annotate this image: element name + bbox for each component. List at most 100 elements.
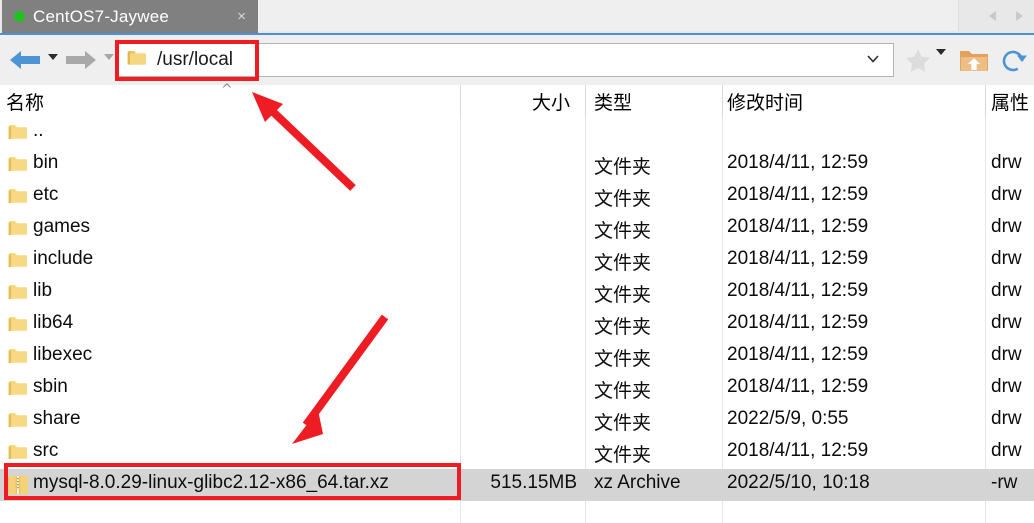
table-row[interactable]: bin 文件夹 2018/4/11, 12:59 drw bbox=[0, 149, 1034, 181]
table-row[interactable]: sbin 文件夹 2018/4/11, 12:59 drw bbox=[0, 373, 1034, 405]
cell-name: bin bbox=[33, 152, 59, 173]
cell-date: 2018/4/11, 12:59 bbox=[727, 184, 869, 205]
column-header-type[interactable]: 类型 bbox=[594, 88, 632, 115]
address-bar[interactable]: /usr/local bbox=[118, 43, 894, 77]
table-row[interactable]: include 文件夹 2018/4/11, 12:59 drw bbox=[0, 245, 1034, 277]
table-row[interactable]: share 文件夹 2022/5/9, 0:55 drw bbox=[0, 405, 1034, 437]
archive-icon bbox=[8, 475, 28, 500]
cell-attr: drw bbox=[991, 184, 1022, 205]
cell-type: 文件夹 bbox=[594, 157, 652, 178]
cell-name: src bbox=[33, 440, 59, 461]
cell-date: 2018/4/11, 12:59 bbox=[727, 248, 869, 269]
cell-attr: drw bbox=[991, 312, 1022, 333]
column-divider[interactable] bbox=[985, 85, 986, 117]
cell-type: 文件夹 bbox=[594, 349, 652, 370]
star-icon[interactable] bbox=[905, 48, 931, 78]
cell-name: lib64 bbox=[33, 312, 74, 333]
bookmark-dropdown-caret[interactable] bbox=[936, 49, 946, 73]
cell-type: 文件夹 bbox=[594, 381, 652, 402]
cell-type: 文件夹 bbox=[594, 317, 652, 338]
folder-icon bbox=[8, 379, 28, 402]
forward-arrow-icon[interactable] bbox=[64, 48, 98, 72]
tab-bar-empty-area bbox=[258, 0, 959, 31]
cell-name: lib bbox=[33, 280, 53, 301]
cell-type: 文件夹 bbox=[594, 253, 652, 274]
cell-date: 2018/4/11, 12:59 bbox=[727, 152, 869, 173]
folder-icon bbox=[8, 411, 28, 434]
cell-date: 2018/4/11, 12:59 bbox=[727, 440, 869, 461]
cell-name: share bbox=[33, 408, 81, 429]
cell-name: .. bbox=[33, 120, 44, 141]
table-row[interactable]: libexec 文件夹 2018/4/11, 12:59 drw bbox=[0, 341, 1034, 373]
tab-bar: CentOS7-Jaywee × bbox=[0, 0, 1034, 35]
cell-date: 2018/4/11, 12:59 bbox=[727, 344, 869, 365]
forward-dropdown-caret[interactable] bbox=[104, 54, 114, 60]
folder-icon bbox=[8, 315, 28, 338]
cell-attr: drw bbox=[991, 408, 1022, 429]
cell-date: 2018/4/11, 12:59 bbox=[727, 312, 869, 333]
folder-icon bbox=[8, 123, 28, 146]
back-dropdown-caret[interactable] bbox=[48, 54, 58, 60]
folder-icon bbox=[8, 251, 28, 274]
column-divider[interactable] bbox=[722, 85, 723, 117]
cell-size: 515.15MB bbox=[490, 472, 577, 493]
table-row[interactable]: lib64 文件夹 2018/4/11, 12:59 drw bbox=[0, 309, 1034, 341]
connection-status-dot bbox=[14, 11, 25, 22]
column-header-attr[interactable]: 属性 bbox=[991, 88, 1029, 115]
cell-type: 文件夹 bbox=[594, 221, 652, 242]
cell-name: libexec bbox=[33, 344, 93, 365]
cell-name: mysql-8.0.29-linux-glibc2.12-x86_64.tar.… bbox=[33, 472, 389, 493]
folder-icon bbox=[8, 443, 28, 466]
cell-name: etc bbox=[33, 184, 59, 205]
cell-type: xz Archive bbox=[594, 472, 681, 493]
cell-attr: drw bbox=[991, 152, 1022, 173]
tab-label: CentOS7-Jaywee bbox=[33, 6, 170, 26]
cell-attr: drw bbox=[991, 248, 1022, 269]
table-row[interactable]: games 文件夹 2018/4/11, 12:59 drw bbox=[0, 213, 1034, 245]
cell-type: 文件夹 bbox=[594, 189, 652, 210]
column-header-name[interactable]: 名称 bbox=[6, 88, 44, 115]
folder-icon bbox=[8, 187, 28, 210]
table-row-selected[interactable]: mysql-8.0.29-linux-glibc2.12-x86_64.tar.… bbox=[0, 469, 1034, 501]
column-header-date[interactable]: 修改时间 bbox=[727, 88, 803, 115]
cell-date: 2022/5/9, 0:55 bbox=[727, 408, 849, 429]
table-row[interactable]: .. bbox=[0, 117, 1034, 149]
folder-icon bbox=[8, 283, 28, 306]
table-row[interactable]: etc 文件夹 2018/4/11, 12:59 drw bbox=[0, 181, 1034, 213]
column-divider[interactable] bbox=[585, 85, 586, 117]
cell-attr: drw bbox=[991, 440, 1022, 461]
folder-icon bbox=[8, 347, 28, 370]
folder-icon bbox=[127, 49, 147, 71]
column-header-row: 名称 大小 类型 修改时间 属性 bbox=[0, 85, 1034, 118]
cell-name: sbin bbox=[33, 376, 68, 397]
address-value[interactable]: /usr/local bbox=[157, 49, 865, 71]
cell-attr: drw bbox=[991, 376, 1022, 397]
table-row[interactable]: src 文件夹 2018/4/11, 12:59 drw bbox=[0, 437, 1034, 469]
cell-type: 文件夹 bbox=[594, 445, 652, 466]
cell-attr: drw bbox=[991, 280, 1022, 301]
sort-ascending-caret: ^ bbox=[221, 82, 233, 98]
scroll-left-icon[interactable] bbox=[985, 8, 1001, 24]
cell-attr: drw bbox=[991, 344, 1022, 365]
table-row[interactable]: lib 文件夹 2018/4/11, 12:59 drw bbox=[0, 277, 1034, 309]
close-icon[interactable]: × bbox=[237, 9, 246, 24]
scroll-right-icon[interactable] bbox=[1011, 8, 1027, 24]
file-list: .. bin 文件夹 2018/4/11, 12:59 drw etc 文件夹 bbox=[0, 117, 1034, 523]
cell-name: games bbox=[33, 216, 91, 237]
cell-date: 2018/4/11, 12:59 bbox=[727, 216, 869, 237]
upload-folder-icon[interactable] bbox=[959, 48, 989, 78]
cell-type: 文件夹 bbox=[594, 285, 652, 306]
tab-centos7-jaywee[interactable]: CentOS7-Jaywee × bbox=[2, 0, 258, 33]
sftp-file-browser-window: CentOS7-Jaywee × /usr/local 名称 大小 类型 修改时… bbox=[0, 0, 1034, 523]
refresh-icon[interactable] bbox=[1000, 48, 1028, 79]
back-arrow-icon[interactable] bbox=[8, 48, 42, 72]
cell-name: include bbox=[33, 248, 94, 269]
cell-attr: -rw bbox=[991, 472, 1018, 493]
chevron-down-icon[interactable] bbox=[865, 51, 881, 69]
column-divider[interactable] bbox=[460, 85, 461, 117]
folder-icon bbox=[8, 155, 28, 178]
folder-icon bbox=[8, 219, 28, 242]
cell-date: 2018/4/11, 12:59 bbox=[727, 280, 869, 301]
column-header-size[interactable]: 大小 bbox=[532, 88, 570, 115]
cell-date: 2018/4/11, 12:59 bbox=[727, 376, 869, 397]
